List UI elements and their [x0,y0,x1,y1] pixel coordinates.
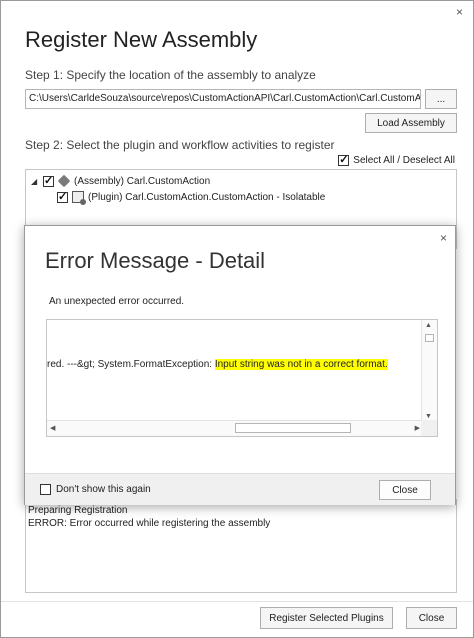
tree-item-label: (Plugin) Carl.CustomAction.CustomAction … [88,191,326,203]
error-detail-dialog: × Error Message - Detail An unexpected e… [24,225,456,505]
page-title: Register New Assembly [25,27,258,52]
error-detail-text: red. ---&gt; System.FormatException: Inp… [47,359,388,370]
dialog-title: Error Message - Detail [45,248,266,273]
close-button[interactable]: Close [406,607,457,629]
select-all-toggle[interactable]: Select All / Deselect All [338,153,455,166]
tree-expand-icon[interactable]: ◢ [31,177,39,186]
assembly-checkbox[interactable] [43,174,54,187]
scrollbar-corner [421,420,437,436]
vertical-scrollbar[interactable]: ▲ ▼ [421,320,437,422]
select-all-label: Select All / Deselect All [353,155,455,166]
plugin-icon [72,191,86,205]
dialog-close-icon[interactable]: × [440,231,447,245]
assembly-path-input[interactable]: C:\Users\CarldeSouza\source\repos\Custom… [25,89,421,109]
select-all-checkbox[interactable] [338,153,350,166]
log-line: Preparing Registration [28,505,128,516]
step1-label: Step 1: Specify the location of the asse… [25,68,316,82]
register-selected-plugins-button[interactable]: Register Selected Plugins [260,607,393,629]
dialog-close-button[interactable]: Close [379,480,431,500]
dont-show-again-checkbox[interactable] [40,484,51,495]
error-detail-box[interactable]: red. ---&gt; System.FormatException: Inp… [46,319,438,437]
horizontal-scrollbar[interactable]: ◀ ▶ [47,420,423,436]
registration-log: Preparing Registration ERROR: Error occu… [25,499,457,593]
scroll-left-icon[interactable]: ◀ [50,424,55,432]
tree-item-plugin[interactable]: (Plugin) Carl.CustomAction.CustomAction … [57,190,326,205]
assembly-icon [57,174,71,188]
window-close-icon[interactable]: × [456,6,463,18]
dont-show-again-toggle[interactable]: Don't show this again [40,484,151,495]
dialog-footer: Don't show this again Close [25,473,455,505]
tree-item-label: (Assembly) Carl.CustomAction [74,175,211,187]
log-line: ERROR: Error occurred while registering … [28,518,271,529]
footer-divider [1,601,473,602]
scroll-right-icon[interactable]: ▶ [415,424,420,432]
tree-item-assembly[interactable]: ◢ (Assembly) Carl.CustomAction [31,174,211,188]
dont-show-again-label: Don't show this again [56,484,151,495]
scroll-up-icon[interactable]: ▲ [425,322,432,329]
load-assembly-button[interactable]: Load Assembly [365,113,457,133]
scroll-down-icon[interactable]: ▼ [425,413,432,420]
horizontal-scroll-thumb[interactable] [235,423,351,433]
plugin-checkbox[interactable] [57,190,68,203]
detail-prefix: red. ---&gt; System.FormatException: [47,359,215,370]
detail-highlight: Input string was not in a correct format… [214,359,388,370]
step2-label: Step 2: Select the plugin and workflow a… [25,138,335,152]
vertical-scroll-thumb[interactable] [425,334,434,342]
error-message: An unexpected error occurred. [49,296,185,307]
browse-button[interactable]: ... [425,89,457,109]
